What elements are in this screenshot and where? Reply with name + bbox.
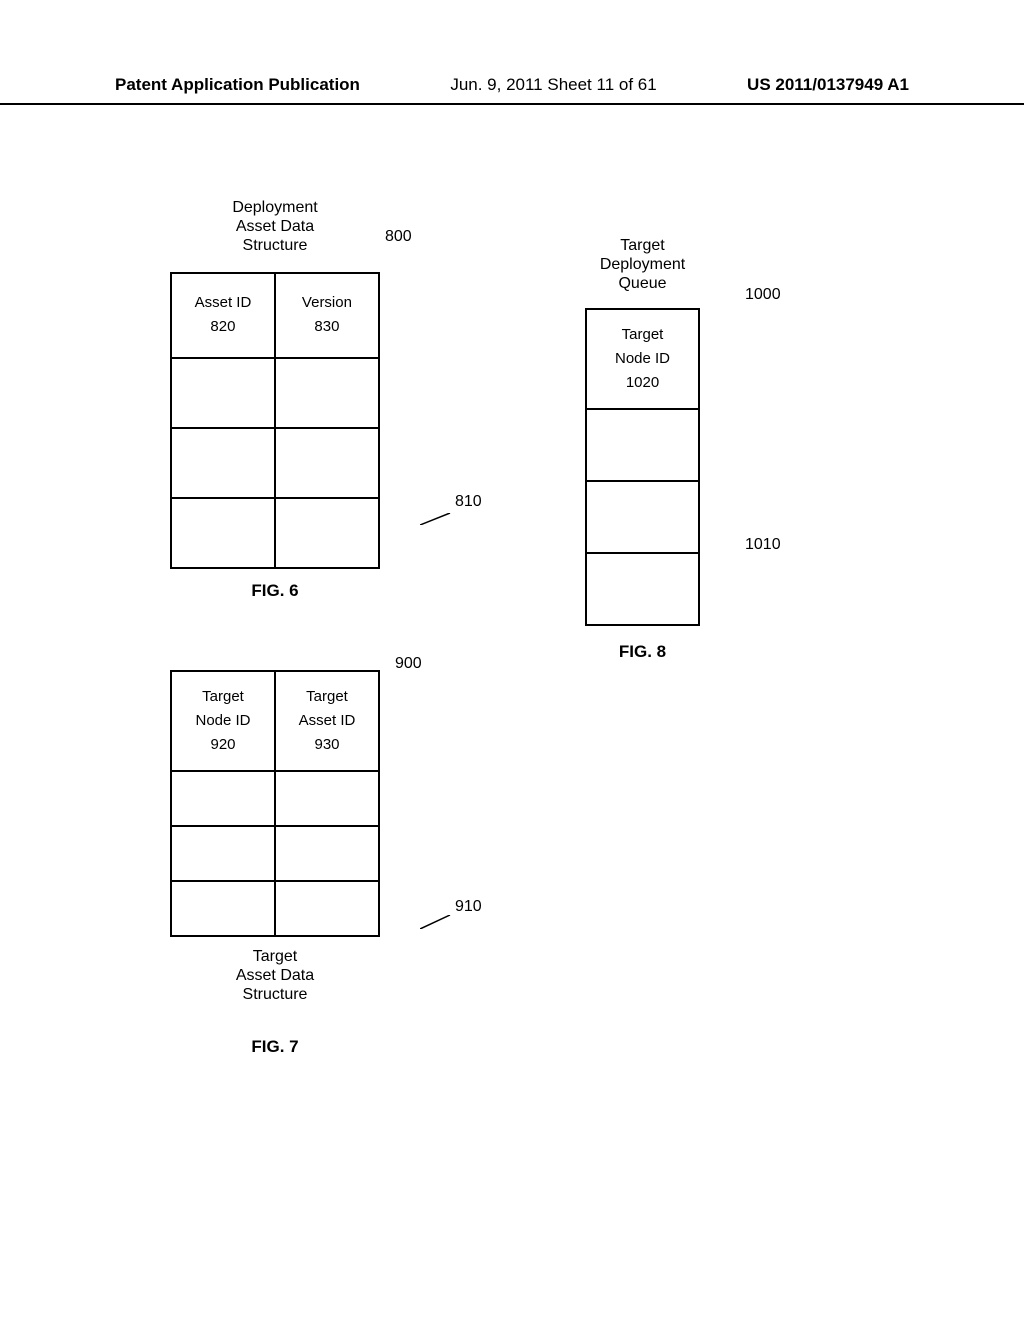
header-date-sheet: Jun. 9, 2011 Sheet 11 of 61 bbox=[450, 75, 656, 95]
table-row bbox=[586, 553, 699, 625]
fig7-col1-header: Target Node ID 920 bbox=[171, 671, 275, 771]
fig7-title-line3: Structure bbox=[243, 986, 308, 1003]
fig6-row-reference: 810 bbox=[455, 493, 482, 511]
fig6-caption: FIG. 6 bbox=[170, 581, 380, 601]
cell-label-l2: Node ID bbox=[195, 712, 250, 729]
cell-label-l1: Target bbox=[202, 688, 244, 705]
table-row bbox=[171, 358, 379, 428]
cell-refnum: 930 bbox=[314, 736, 339, 753]
header-publication-number: US 2011/0137949 A1 bbox=[747, 75, 909, 95]
cell-label-l1: Target bbox=[306, 688, 348, 705]
fig6-col2-header: Version 830 bbox=[275, 273, 379, 358]
empty-cell bbox=[275, 771, 379, 826]
fig8-title: Target Deployment Queue bbox=[585, 236, 700, 294]
fig7-table: Target Node ID 920 Target Asset ID 930 bbox=[170, 670, 380, 937]
fig7-caption: FIG. 7 bbox=[170, 1037, 380, 1057]
fig8-title-line1: Target bbox=[620, 237, 664, 254]
leader-line-icon bbox=[420, 915, 455, 929]
cell-refnum: 1020 bbox=[626, 374, 659, 391]
figure-8: Target Deployment Queue 1000 Target Node… bbox=[585, 236, 700, 662]
fig8-table: Target Node ID 1020 bbox=[585, 308, 700, 626]
fig8-title-line3: Queue bbox=[618, 275, 666, 292]
table-row bbox=[171, 428, 379, 498]
empty-cell bbox=[171, 881, 275, 936]
fig6-col1-header: Asset ID 820 bbox=[171, 273, 275, 358]
table-row bbox=[171, 881, 379, 936]
empty-cell bbox=[171, 498, 275, 568]
cell-refnum: 920 bbox=[210, 736, 235, 753]
empty-cell bbox=[171, 826, 275, 881]
leader-line-icon bbox=[420, 513, 455, 525]
figure-7: 900 Target Node ID 920 Target Asset ID 9… bbox=[170, 670, 380, 1057]
cell-label-l2: Node ID bbox=[615, 350, 670, 367]
table-row: Target Node ID 1020 bbox=[586, 309, 699, 409]
fig8-caption: FIG. 8 bbox=[585, 642, 700, 662]
cell-label-l2: Asset ID bbox=[299, 712, 356, 729]
fig7-title-line2: Asset Data bbox=[236, 967, 314, 984]
cell-label: Version bbox=[302, 294, 352, 311]
table-row: Target Node ID 920 Target Asset ID 930 bbox=[171, 671, 379, 771]
table-row bbox=[171, 826, 379, 881]
figure-6: Deployment Asset Data Structure 800 Asse… bbox=[170, 198, 380, 601]
fig8-row-reference: 1010 bbox=[745, 536, 781, 554]
table-row bbox=[586, 481, 699, 553]
empty-cell bbox=[586, 553, 699, 625]
fig7-row-reference: 910 bbox=[455, 898, 482, 916]
fig8-title-line2: Deployment bbox=[600, 256, 685, 273]
fig6-title: Deployment Asset Data Structure bbox=[190, 198, 360, 256]
cell-label: Asset ID bbox=[195, 294, 252, 311]
empty-cell bbox=[171, 358, 275, 428]
empty-cell bbox=[275, 826, 379, 881]
fig6-reference-number: 800 bbox=[385, 228, 412, 246]
empty-cell bbox=[275, 358, 379, 428]
empty-cell bbox=[171, 771, 275, 826]
fig6-title-line3: Structure bbox=[243, 237, 308, 254]
table-row bbox=[171, 498, 379, 568]
fig8-col1-header: Target Node ID 1020 bbox=[586, 309, 699, 409]
cell-refnum: 830 bbox=[314, 318, 339, 335]
fig7-col2-header: Target Asset ID 930 bbox=[275, 671, 379, 771]
fig7-reference-number: 900 bbox=[395, 655, 422, 673]
table-row bbox=[586, 409, 699, 481]
figure-area: Deployment Asset Data Structure 800 Asse… bbox=[115, 198, 909, 1260]
fig7-title: Target Asset Data Structure bbox=[170, 947, 380, 1005]
fig6-title-line2: Asset Data bbox=[236, 218, 314, 235]
empty-cell bbox=[275, 498, 379, 568]
fig8-reference-number: 1000 bbox=[745, 286, 781, 304]
header-publication-type: Patent Application Publication bbox=[115, 75, 360, 95]
empty-cell bbox=[586, 409, 699, 481]
empty-cell bbox=[275, 428, 379, 498]
fig7-title-line1: Target bbox=[253, 948, 297, 965]
table-row bbox=[171, 771, 379, 826]
cell-refnum: 820 bbox=[210, 318, 235, 335]
fig6-title-line1: Deployment bbox=[232, 199, 317, 216]
empty-cell bbox=[171, 428, 275, 498]
cell-label-l1: Target bbox=[622, 326, 664, 343]
fig6-table: Asset ID 820 Version 830 bbox=[170, 272, 380, 569]
page-header: Patent Application Publication Jun. 9, 2… bbox=[0, 75, 1024, 105]
table-row: Asset ID 820 Version 830 bbox=[171, 273, 379, 358]
empty-cell bbox=[275, 881, 379, 936]
empty-cell bbox=[586, 481, 699, 553]
